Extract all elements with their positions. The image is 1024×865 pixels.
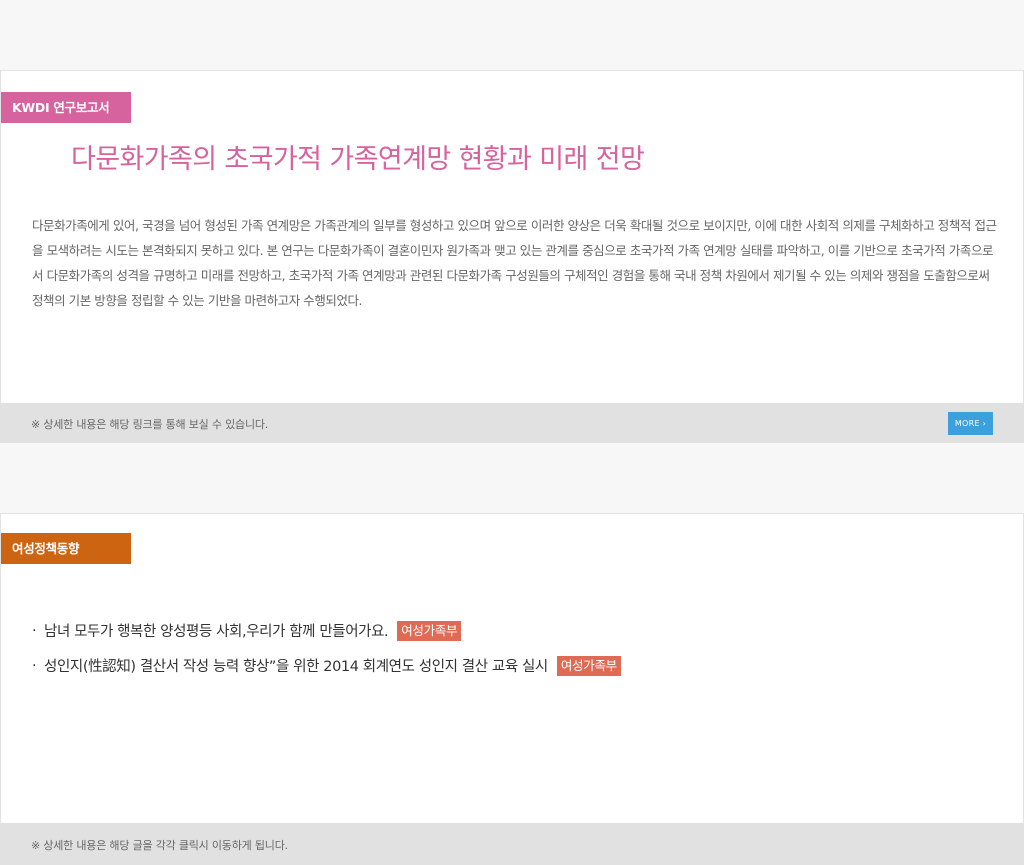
source-badge: 여성가족부	[397, 620, 462, 641]
policy-panel: 여성정책동향 · 남녀 모두가 행복한 양성평등 사회,우리가 함께 만들어가요…	[0, 514, 1024, 823]
bullet-icon: ·	[32, 622, 37, 639]
more-button[interactable]: MORE ›	[948, 412, 993, 435]
policy-footer-note: ※ 상세한 내용은 해당 글을 각각 클릭시 이동하게 됩니다.	[31, 839, 288, 852]
policy-news-item[interactable]: · 성인지(性認知) 결산서 작성 능력 향상”을 위한 2014 회계연도 성…	[32, 648, 621, 683]
policy-news-title[interactable]: 성인지(性認知) 결산서 작성 능력 향상”을 위한 2014 회계연도 성인지…	[44, 655, 548, 676]
top-spacer-band	[0, 0, 1024, 71]
report-section-tag: KWDI 연구보고서	[1, 92, 131, 123]
bullet-icon: ·	[32, 657, 37, 674]
policy-news-item[interactable]: · 남녀 모두가 행복한 양성평등 사회,우리가 함께 만들어가요. 여성가족부	[32, 613, 621, 648]
report-footer-bar: ※ 상세한 내용은 해당 링크를 통해 보실 수 있습니다. MORE ›	[0, 403, 1024, 443]
report-footer-note: ※ 상세한 내용은 해당 링크를 통해 보실 수 있습니다.	[31, 418, 269, 431]
source-badge: 여성가족부	[556, 655, 621, 676]
report-panel: KWDI 연구보고서 다문화가족의 초국가적 가족연계망 현황과 미래 전망 다…	[0, 71, 1024, 403]
policy-news-title[interactable]: 남녀 모두가 행복한 양성평등 사회,우리가 함께 만들어가요.	[44, 620, 389, 641]
report-summary: 다문화가족에게 있어, 국경을 넘어 형성된 가족 연계망은 가족관계의 일부를…	[32, 218, 997, 308]
report-title[interactable]: 다문화가족의 초국가적 가족연계망 현황과 미래 전망	[71, 137, 645, 176]
section-gap	[0, 443, 1024, 514]
policy-news-list: · 남녀 모두가 행복한 양성평등 사회,우리가 함께 만들어가요. 여성가족부…	[32, 613, 621, 683]
policy-section-tag: 여성정책동향	[1, 533, 131, 564]
policy-footer-bar: ※ 상세한 내용은 해당 글을 각각 클릭시 이동하게 됩니다.	[0, 823, 1024, 865]
